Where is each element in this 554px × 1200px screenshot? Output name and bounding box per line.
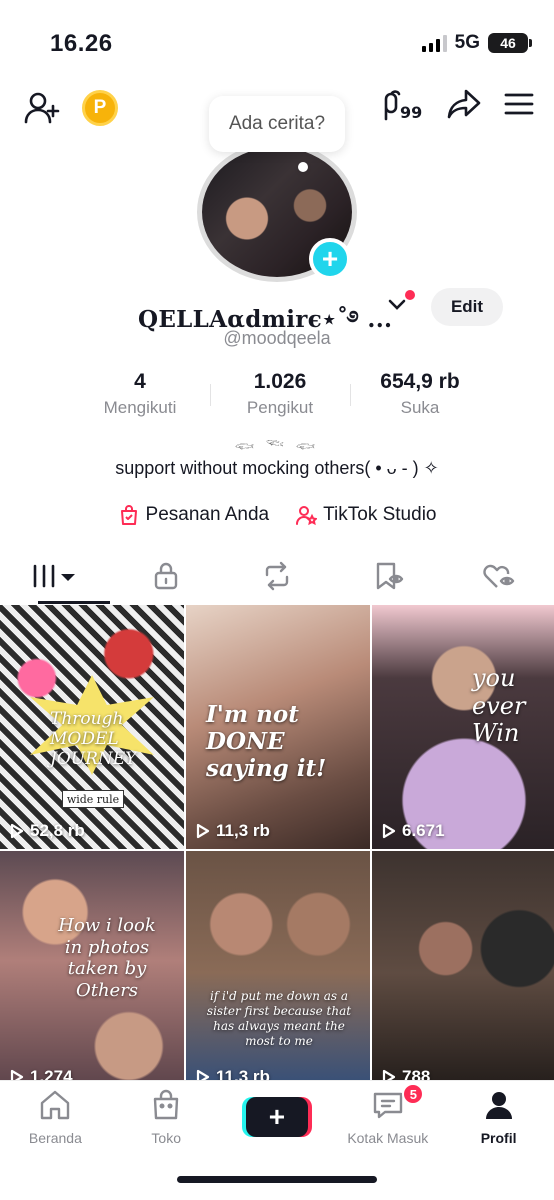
- video-overlay-text: Through MODEL JOURNEY: [50, 709, 137, 769]
- creator-icon: [295, 504, 318, 526]
- tab-private[interactable]: [111, 552, 222, 604]
- inbox-icon: [371, 1089, 405, 1126]
- nav-inbox[interactable]: 5 Kotak Masuk: [332, 1081, 443, 1160]
- grid-icon: [31, 562, 79, 595]
- status-time: 16.26: [50, 30, 113, 57]
- chevron-down-icon[interactable]: [388, 296, 406, 317]
- shop-icon: [150, 1089, 182, 1126]
- orders-link[interactable]: Pesanan Anda: [118, 504, 270, 526]
- view-count: 11,3 rb: [196, 821, 270, 841]
- content-tabs: [0, 552, 554, 604]
- tab-liked[interactable]: [443, 552, 554, 604]
- view-count-value: 11,3 rb: [216, 821, 270, 840]
- play-icon: [382, 823, 396, 839]
- tab-favorites[interactable]: [332, 552, 443, 604]
- story-prompt-bubble[interactable]: Ada cerita?: [209, 96, 345, 152]
- tab-reposts[interactable]: [222, 552, 333, 604]
- menu-icon[interactable]: [504, 92, 534, 121]
- edit-profile-button[interactable]: Edit: [431, 288, 503, 326]
- share-icon[interactable]: [446, 88, 482, 125]
- video-overlay-text: I'm not DONE saying it!: [206, 701, 327, 782]
- battery-icon: 46: [488, 33, 532, 53]
- video-thumbnail[interactable]: I'm not DONE saying it! 11,3 rb: [186, 605, 370, 849]
- stat-value: 4: [134, 370, 146, 393]
- profile-icon: [483, 1089, 515, 1126]
- video-tag: wide rule: [62, 790, 124, 808]
- nav-label: Kotak Masuk: [347, 1130, 429, 1146]
- heart-icon: [482, 561, 516, 596]
- nav-home[interactable]: Beranda: [0, 1081, 111, 1160]
- profile-stats: 4 Mengikuti 1.026 Pengikut 654,9 rb Suka: [70, 370, 490, 426]
- plus-icon[interactable]: +: [245, 1097, 308, 1137]
- orders-link-label: Pesanan Anda: [145, 504, 270, 525]
- play-icon: [10, 823, 24, 839]
- home-indicator: [177, 1176, 377, 1183]
- view-count: 6.671: [382, 821, 445, 841]
- signal-icon: [421, 34, 447, 52]
- coin-icon[interactable]: P: [82, 90, 118, 126]
- status-bar: 16.26 5G 46: [0, 0, 554, 80]
- avatar[interactable]: +: [197, 142, 357, 282]
- add-story-icon[interactable]: +: [309, 238, 351, 280]
- bookmark-icon: [372, 561, 404, 596]
- stat-label: Mengikuti: [103, 398, 177, 417]
- video-thumbnail[interactable]: How i look in photos taken by Others 1.2…: [0, 851, 184, 1095]
- video-overlay-text: if i'd put me down as a sister first bec…: [206, 989, 352, 1048]
- lock-icon: [152, 561, 180, 596]
- status-indicators: 5G 46: [421, 32, 532, 54]
- username: @moodqeela: [223, 328, 331, 348]
- tiktok-studio-link[interactable]: TikTok Studio: [295, 504, 436, 526]
- nav-create[interactable]: +: [222, 1081, 333, 1160]
- video-thumbnail[interactable]: 788: [372, 851, 554, 1095]
- notification-dot: [405, 290, 415, 300]
- home-icon: [38, 1089, 72, 1126]
- nav-label: Beranda: [28, 1130, 82, 1146]
- view-count-value: 6.671: [402, 821, 445, 840]
- inbox-badge: 5: [402, 1083, 425, 1105]
- nav-shop[interactable]: Toko: [111, 1081, 222, 1160]
- display-name: QELLAαdmirє⋆˚࿔ ...: [138, 306, 393, 333]
- view-count-value: 52,8 rb: [30, 821, 85, 840]
- bio-text: support without mocking others( • ᴗ - ) …: [115, 458, 439, 478]
- nav-profile[interactable]: Profil: [443, 1081, 554, 1160]
- stat-value: 1.026: [253, 370, 307, 393]
- nav-label: Toko: [151, 1130, 181, 1146]
- video-thumbnail[interactable]: Through MODEL JOURNEY wide rule 52,8 rb: [0, 605, 184, 849]
- add-friend-icon[interactable]: [22, 88, 62, 128]
- repost-icon: [261, 561, 293, 596]
- video-thumbnail[interactable]: you ever Win 6.671: [372, 605, 554, 849]
- video-grid: Through MODEL JOURNEY wide rule 52,8 rb …: [0, 605, 554, 1095]
- tab-videos[interactable]: [0, 552, 111, 604]
- bottom-nav: Beranda Toko + 5 Kotak Masuk Profil: [0, 1080, 554, 1160]
- play-icon: [196, 823, 210, 839]
- bubble-tail: [298, 162, 308, 172]
- stat-label: Pengikut: [246, 398, 314, 417]
- stat-label: Suka: [400, 398, 440, 417]
- profile-links: Pesanan Anda TikTok Studio: [0, 504, 554, 526]
- nav-label: Profil: [480, 1130, 517, 1146]
- view-count: 52,8 rb: [10, 821, 85, 841]
- video-overlay-text: How i look in photos taken by Others: [58, 915, 156, 1001]
- mark-count: 99: [400, 102, 423, 122]
- stat-following[interactable]: 4 Mengikuti: [70, 370, 210, 426]
- tiktok-studio-label: TikTok Studio: [323, 504, 437, 525]
- bio-fish-decoration: 𓆟 𓆝 𓆟: [234, 438, 320, 454]
- stat-likes[interactable]: 654,9 rb Suka: [350, 370, 490, 426]
- stat-followers[interactable]: 1.026 Pengikut: [210, 370, 350, 426]
- video-overlay-text: you ever Win: [472, 664, 526, 748]
- video-thumbnail[interactable]: if i'd put me down as a sister first bec…: [186, 851, 370, 1095]
- mark-icon[interactable]: 99: [380, 89, 424, 125]
- stat-value: 654,9 rb: [380, 370, 460, 393]
- network-type: 5G: [454, 32, 480, 53]
- shopping-bag-icon: [118, 504, 140, 526]
